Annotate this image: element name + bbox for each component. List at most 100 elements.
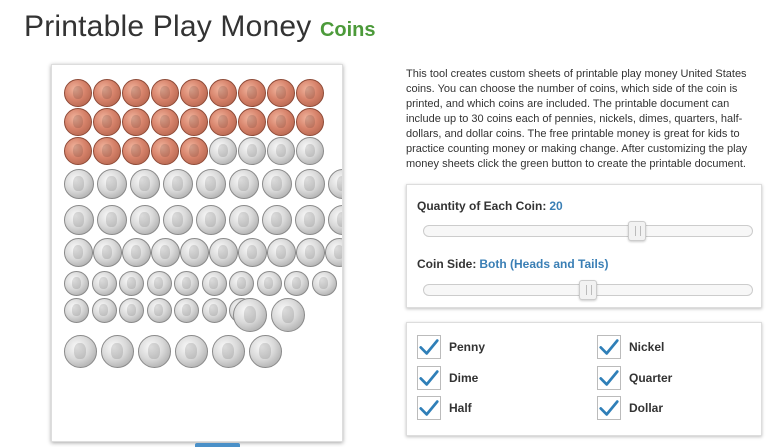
silver-coin [209, 238, 238, 267]
silver-coin [174, 298, 199, 323]
options-panel: Quantity of Each Coin: 20 Coin Side: Both … [406, 184, 762, 308]
silver-coin [249, 335, 282, 368]
penny-coin [122, 137, 150, 165]
penny-checkbox[interactable]: Penny [417, 335, 485, 359]
silver-coin [256, 271, 282, 296]
penny-coin [122, 79, 150, 107]
silver-coin [296, 238, 325, 267]
silver-coin [262, 169, 292, 199]
check-icon[interactable] [417, 366, 441, 390]
penny-coin [209, 108, 237, 136]
silver-coin [64, 271, 89, 296]
silver-coin [212, 335, 245, 368]
silver-coin [97, 205, 127, 235]
silver-coin [328, 205, 342, 235]
dime-checkbox[interactable]: Dime [417, 366, 478, 390]
quantity-slider[interactable] [423, 221, 753, 241]
silver-coin [64, 238, 93, 267]
quantity-slider-thumb[interactable] [628, 221, 647, 241]
silver-coin [180, 238, 209, 267]
silver-coin [130, 205, 160, 235]
silver-coin [296, 137, 324, 165]
silver-coin [119, 298, 144, 323]
coin-selection-panel: Penny Nickel Dime Quarter Half Dollar [406, 322, 762, 436]
silver-coin [238, 238, 267, 267]
silver-coin [267, 137, 295, 165]
silver-coin [229, 271, 254, 296]
penny-coin [122, 108, 150, 136]
silver-coin [64, 169, 94, 199]
check-icon[interactable] [417, 335, 441, 359]
silver-coin [196, 169, 226, 199]
silver-coin [267, 238, 296, 267]
quantity-label: Quantity of Each Coin: 20 [417, 199, 563, 213]
silver-coin [101, 335, 134, 368]
penny-coin [151, 137, 179, 165]
penny-coin [93, 137, 121, 165]
quarter-coin [271, 298, 305, 332]
silver-coin [91, 298, 117, 323]
nickel-checkbox[interactable]: Nickel [597, 335, 664, 359]
silver-coin [163, 169, 193, 199]
silver-coin [64, 205, 94, 235]
penny-coin [267, 108, 295, 136]
penny-coin [64, 79, 92, 107]
silver-coin [311, 271, 337, 296]
silver-coin [175, 335, 208, 368]
penny-coin [180, 79, 208, 107]
silver-coin [295, 205, 325, 235]
penny-coin [64, 137, 92, 165]
check-icon[interactable] [597, 366, 621, 390]
silver-coin [97, 169, 127, 199]
silver-coin [229, 169, 259, 199]
check-icon[interactable] [597, 335, 621, 359]
silver-coin [93, 238, 122, 267]
silver-coin [122, 238, 151, 267]
silver-coin [328, 169, 342, 199]
title-main: Printable Play Money [24, 10, 312, 43]
silver-coin [201, 271, 227, 296]
check-icon[interactable] [597, 396, 621, 420]
penny-coin [180, 137, 208, 165]
penny-coin [209, 79, 237, 107]
penny-coin [238, 108, 266, 136]
quantity-value: 20 [549, 199, 563, 213]
tool-description: This tool creates custom sheets of print… [406, 68, 748, 170]
dollar-checkbox[interactable]: Dollar [597, 396, 663, 420]
preview-scroll-tab[interactable] [195, 443, 240, 447]
silver-coin [64, 335, 97, 368]
penny-coin [93, 108, 121, 136]
coin-side-slider-thumb[interactable] [579, 280, 597, 300]
silver-coin [262, 205, 292, 235]
quarter-coin [233, 298, 267, 332]
quarter-checkbox[interactable]: Quarter [597, 366, 672, 390]
silver-coin [151, 238, 180, 267]
penny-coin [238, 79, 266, 107]
coin-side-value: Both (Heads and Tails) [479, 257, 609, 271]
coin-sheet-preview [51, 64, 343, 442]
check-icon[interactable] [417, 396, 441, 420]
penny-coin [151, 108, 179, 136]
silver-coin [196, 205, 226, 235]
penny-coin [267, 79, 295, 107]
silver-coin [284, 271, 309, 296]
silver-coin [146, 271, 172, 296]
penny-coin [64, 108, 92, 136]
silver-coin [119, 271, 144, 296]
coin-side-slider[interactable] [423, 280, 753, 300]
half-checkbox[interactable]: Half [417, 396, 472, 420]
silver-coin [229, 205, 259, 235]
silver-coin [64, 298, 89, 323]
silver-coin [238, 137, 266, 165]
penny-coin [180, 108, 208, 136]
silver-coin [138, 335, 171, 368]
page-title: Printable Play Money Coins [24, 10, 376, 44]
silver-coin [295, 169, 325, 199]
penny-coin [296, 108, 324, 136]
silver-coin [91, 271, 117, 296]
silver-coin [201, 298, 227, 323]
silver-coin [325, 238, 342, 267]
title-subtitle: Coins [319, 19, 376, 41]
silver-coin [174, 271, 199, 296]
penny-coin [151, 79, 179, 107]
